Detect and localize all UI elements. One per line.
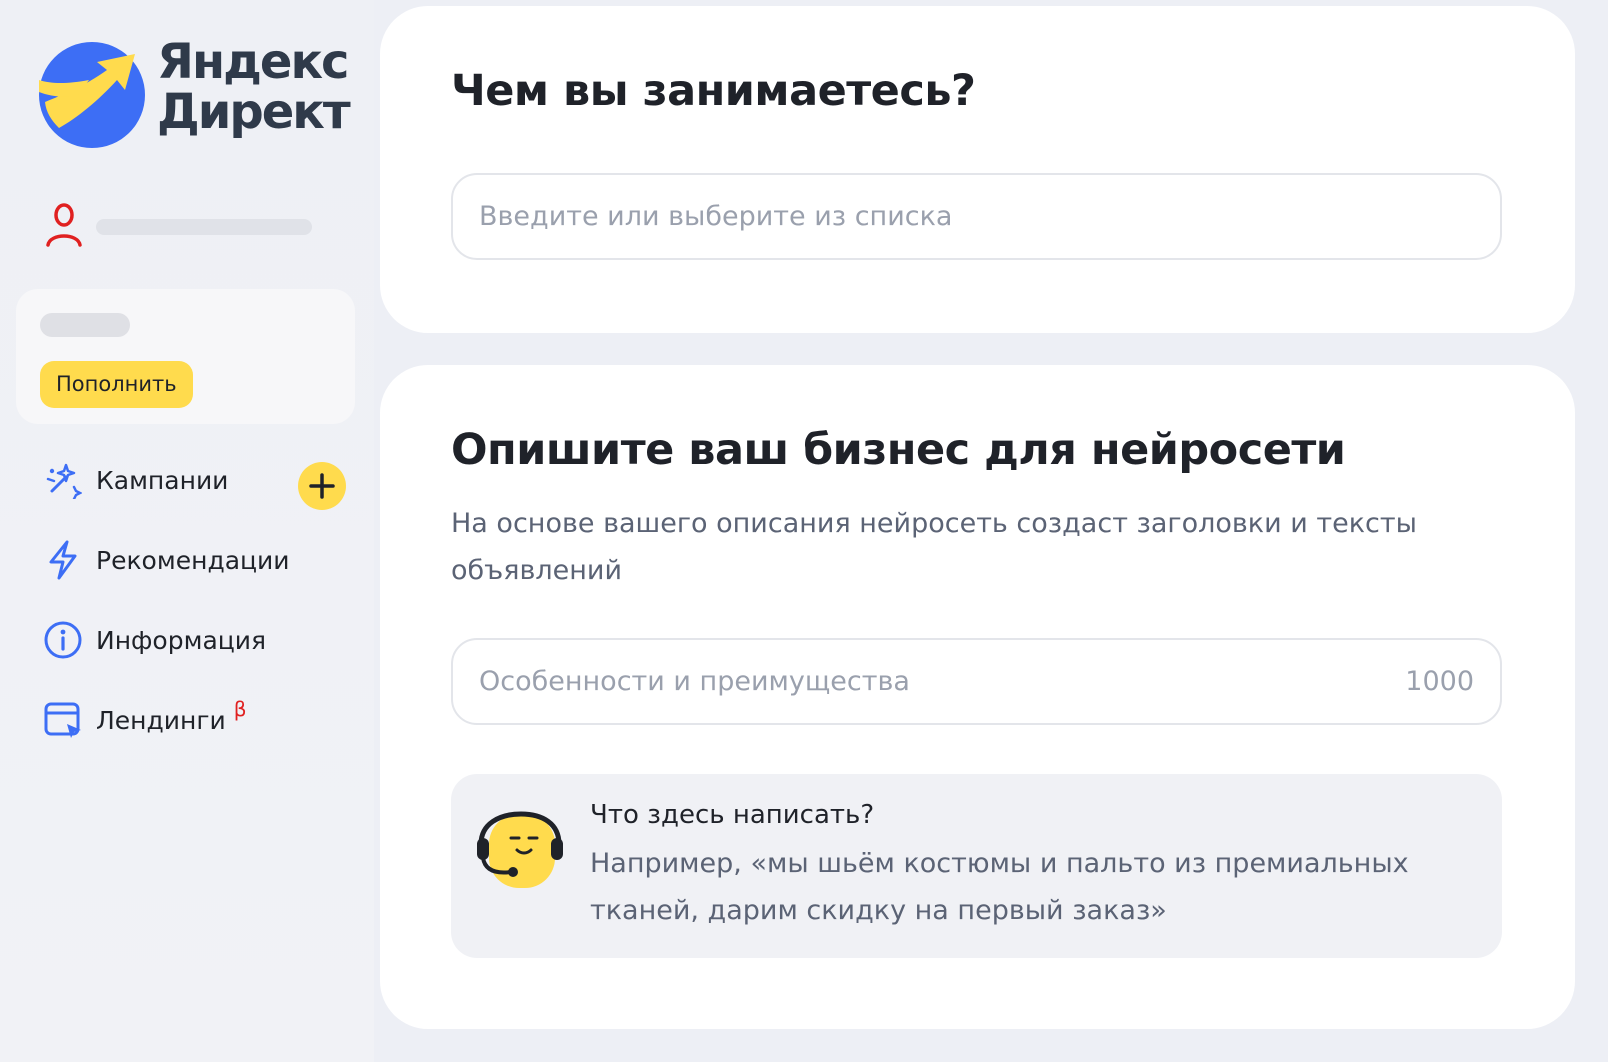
sidebar-item-label: Информация	[96, 625, 267, 655]
hint-title: Что здесь написать?	[590, 800, 875, 830]
add-campaign-button[interactable]	[298, 462, 346, 510]
balance-amount-placeholder	[40, 313, 130, 337]
hint-text: Например, «мы шьём костюмы и пальто из п…	[590, 848, 1409, 926]
logo-line-2: Директ	[157, 84, 351, 140]
balance-card: Пополнить	[16, 289, 355, 424]
yandex-direct-logo[interactable]: Яндекс Директ	[37, 37, 357, 157]
yandex-direct-logo-icon	[39, 42, 145, 148]
business-description-card: Опишите ваш бизнес для нейросети На осно…	[380, 365, 1575, 1029]
support-assistant-icon	[477, 811, 563, 888]
business-description-title: Опишите ваш бизнес для нейросети	[451, 425, 1346, 475]
features-input[interactable]	[479, 666, 1394, 697]
business-type-card: Чем вы занимаетесь?	[380, 6, 1575, 333]
logo-line-1: Яндекс	[157, 34, 349, 90]
campaigns-sparkle-icon	[42, 459, 84, 501]
sidebar-item-label: Лендинги	[96, 705, 226, 735]
writing-hint: Что здесь написать? Например, «мы шьём к…	[451, 774, 1502, 958]
beta-badge: β	[233, 697, 247, 721]
user-name-placeholder	[96, 219, 312, 235]
sidebar-item-landings[interactable]: Лендинги β	[42, 695, 362, 745]
user-account[interactable]	[44, 203, 344, 247]
sidebar-item-label: Рекомендации	[96, 545, 290, 575]
business-type-input[interactable]	[479, 201, 1474, 232]
app-root: Яндекс Директ Пополнить Кампании Рекомен…	[0, 0, 1608, 1062]
lightning-icon	[42, 539, 84, 581]
sidebar: Яндекс Директ Пополнить Кампании Рекомен…	[0, 0, 374, 1062]
landing-page-icon	[42, 699, 84, 741]
business-type-field[interactable]	[451, 173, 1502, 260]
sidebar-item-recommendations[interactable]: Рекомендации	[42, 535, 362, 585]
features-field[interactable]: 1000	[451, 638, 1502, 725]
sidebar-item-information[interactable]: Информация	[42, 615, 362, 665]
sidebar-item-label: Кампании	[96, 465, 229, 495]
plus-icon	[309, 473, 335, 499]
logo-wordmark: Яндекс Директ	[157, 34, 351, 140]
character-counter: 1000	[1405, 666, 1474, 697]
business-description-subtitle: На основе вашего описания нейросеть созд…	[451, 508, 1417, 586]
business-type-title: Чем вы занимаетесь?	[451, 66, 976, 116]
user-icon	[46, 203, 82, 247]
topup-button[interactable]: Пополнить	[40, 361, 193, 408]
info-icon	[42, 619, 84, 661]
